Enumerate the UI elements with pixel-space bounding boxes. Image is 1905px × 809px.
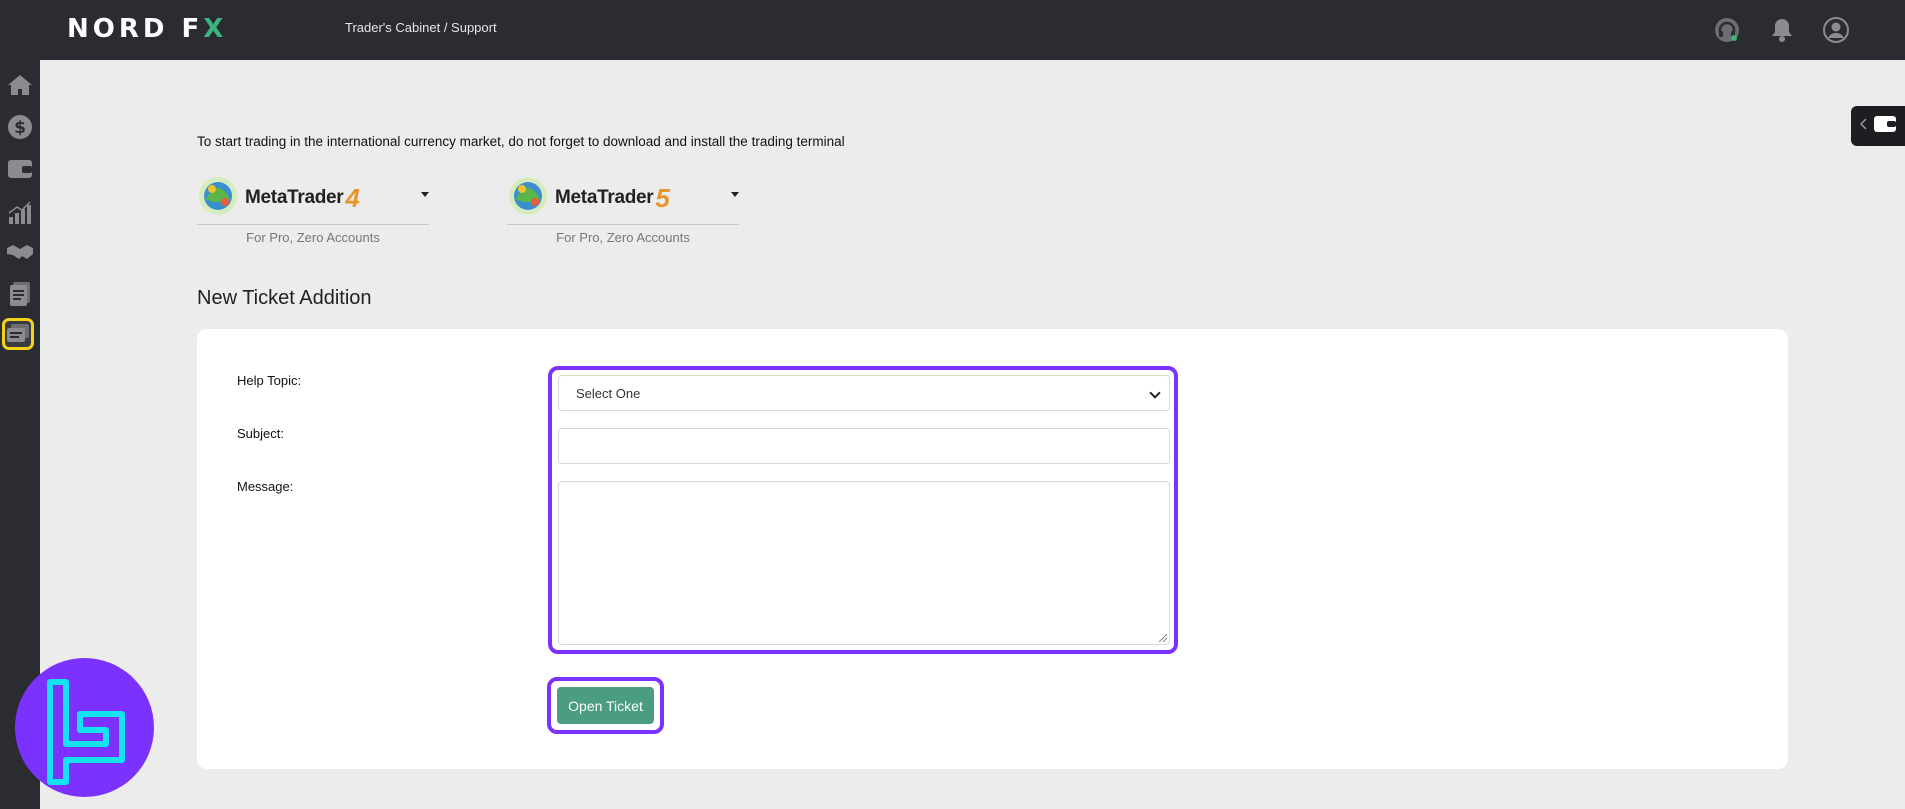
terminal-name: MetaTrader <box>245 187 344 208</box>
chart-icon[interactable] <box>5 197 35 227</box>
wallet-icon[interactable] <box>5 154 35 184</box>
headset-icon[interactable] <box>1713 16 1741 44</box>
message-label: Message: <box>237 479 294 494</box>
metatrader-logo-icon <box>197 175 239 222</box>
terminal-name: MetaTrader <box>555 187 654 208</box>
support-ticket-icon[interactable] <box>2 318 34 350</box>
home-icon[interactable] <box>5 70 35 100</box>
metatrader4-download[interactable]: MetaTrader 4 For Pro, Zero Accounts <box>197 172 429 245</box>
terminal-version: 4 <box>345 182 360 213</box>
resize-handle-icon[interactable] <box>1159 634 1167 642</box>
user-icon[interactable] <box>1822 16 1850 44</box>
terminal-subtitle: For Pro, Zero Accounts <box>556 230 690 245</box>
chevron-down-icon <box>1149 387 1161 399</box>
top-bar: NORD FX Trader's Cabinet / Support <box>0 0 1905 60</box>
tc-logo-icon <box>47 679 125 785</box>
page-title: New Ticket Addition <box>197 287 372 309</box>
chevron-left-icon <box>1859 117 1867 135</box>
corner-logo-badge <box>15 658 154 797</box>
breadcrumb: Trader's Cabinet / Support <box>345 20 497 35</box>
dollar-icon[interactable]: $ <box>5 112 35 142</box>
open-ticket-button[interactable]: Open Ticket <box>557 687 654 724</box>
bell-icon[interactable] <box>1768 16 1796 44</box>
caret-down-icon[interactable] <box>731 192 739 197</box>
help-topic-select[interactable]: Select One <box>558 375 1170 411</box>
subject-label: Subject: <box>237 426 284 441</box>
intro-text: To start trading in the international cu… <box>197 134 845 149</box>
help-topic-label: Help Topic: <box>237 373 302 388</box>
handshake-icon[interactable] <box>5 238 35 268</box>
wallet-panel-toggle[interactable] <box>1851 106 1905 146</box>
nordfx-logo[interactable]: NORD FX <box>67 14 227 44</box>
terminal-subtitle: For Pro, Zero Accounts <box>246 230 380 245</box>
terminal-version: 5 <box>655 182 670 213</box>
help-topic-value: Select One <box>576 386 641 401</box>
subject-input[interactable] <box>558 428 1170 464</box>
document-icon[interactable] <box>5 279 35 309</box>
metatrader-logo-icon <box>507 175 549 222</box>
svg-text:$: $ <box>14 118 26 138</box>
metatrader5-download[interactable]: MetaTrader 5 For Pro, Zero Accounts <box>507 172 739 245</box>
message-textarea[interactable] <box>558 481 1170 645</box>
caret-down-icon[interactable] <box>421 192 429 197</box>
wallet-icon <box>1873 114 1897 139</box>
